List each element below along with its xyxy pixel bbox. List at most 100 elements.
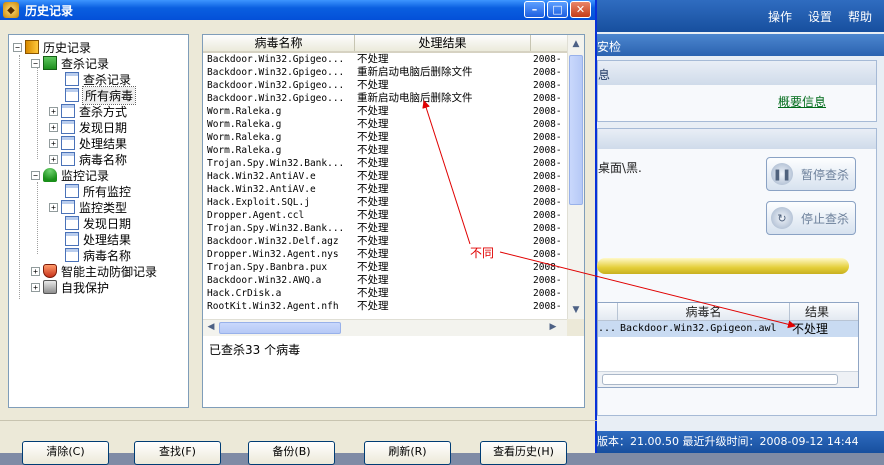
list-row[interactable]: Backdoor.Win32.AWQ.a 不处理 2008-	[203, 274, 567, 287]
tree-item-label: 监控类型	[79, 200, 128, 215]
list-row[interactable]: Backdoor.Win32.Gpigeo... 不处理 2008-	[203, 79, 567, 92]
result-header-virus[interactable]: 病毒名	[618, 303, 790, 320]
list-row[interactable]: Backdoor.Win32.Gpigeo... 重新启动电脑后删除文件 2008-	[203, 66, 567, 79]
tree-node-scan-records[interactable]: − 查杀记录	[31, 55, 109, 71]
pause-scan-button[interactable]: ❚❚ 暂停查杀	[766, 157, 856, 191]
column-header-virus-name[interactable]: 病毒名称	[203, 35, 355, 51]
list-row[interactable]: Backdoor.Win32.Gpigeo... 不处理 2008-	[203, 53, 567, 66]
list-row[interactable]: Trojan.Spy.Win32.Bank... 不处理 2008-	[203, 157, 567, 170]
window-titlebar[interactable]: ◆ 历史记录 – □ ✕	[0, 0, 595, 20]
expand-toggle[interactable]: +	[49, 122, 58, 132]
result-header-result[interactable]: 结果	[790, 303, 844, 320]
tree-item-label: 所有监控	[83, 184, 132, 199]
expand-toggle[interactable]: +	[31, 266, 40, 276]
list-cell-virus-name: Worm.Raleka.g	[207, 132, 282, 143]
list-row[interactable]: Dropper.Agent.ccl 不处理 2008-	[203, 209, 567, 222]
list-row[interactable]: Worm.Raleka.g 不处理 2008-	[203, 131, 567, 144]
list-vscroll-thumb[interactable]	[569, 55, 583, 205]
tree-item-monitor-type[interactable]: + 监控类型	[49, 199, 127, 215]
menu-operate[interactable]: 操作	[768, 8, 792, 25]
tree-node-monitor-records[interactable]: − 监控记录	[31, 167, 109, 183]
column-header-handle-result[interactable]: 处理结果	[355, 35, 531, 51]
list-row[interactable]: Hack.Win32.AntiAV.e 不处理 2008-	[203, 183, 567, 196]
background-result-hscroll-thumb[interactable]	[602, 374, 838, 385]
list-cell-date: 2008-	[533, 223, 562, 234]
background-tab-bar: 安检	[597, 34, 884, 56]
expand-toggle[interactable]: +	[49, 106, 58, 116]
list-cell-handle-result: 不处理	[357, 261, 389, 273]
history-book-icon	[25, 40, 39, 54]
list-cell-handle-result: 重新启动电脑后删除文件	[357, 92, 473, 104]
background-tab-label[interactable]: 安检	[597, 38, 621, 55]
view-history-button[interactable]: 查看历史(H)	[480, 441, 567, 465]
list-row[interactable]: Worm.Raleka.g 不处理 2008-	[203, 118, 567, 131]
scroll-right-icon[interactable]: ▶	[547, 322, 559, 332]
list-cell-date: 2008-	[533, 301, 562, 312]
list-cell-virus-name: Backdoor.Win32.Delf.agz	[207, 236, 339, 247]
list-cell-handle-result: 不处理	[357, 170, 389, 182]
list-cell-virus-name: Worm.Raleka.g	[207, 106, 282, 117]
close-button[interactable]: ✕	[570, 1, 591, 18]
tree-item-monitor-date[interactable]: 发现日期	[65, 215, 131, 231]
find-button[interactable]: 查找(F)	[134, 441, 221, 465]
column-header-date[interactable]	[531, 35, 567, 51]
tree-item-monitor-result[interactable]: 处理结果	[65, 231, 131, 247]
tree-item-scan-records[interactable]: 查杀记录	[65, 71, 131, 87]
expand-toggle[interactable]: +	[49, 154, 58, 164]
list-row[interactable]: Backdoor.Win32.Gpigeo... 重新启动电脑后删除文件 2008-	[203, 92, 567, 105]
tree-item-label: 发现日期	[83, 216, 132, 231]
scroll-down-icon[interactable]: ▼	[569, 303, 583, 317]
list-horizontal-scrollbar[interactable]: ◀ ▶	[203, 319, 567, 336]
list-row[interactable]: Trojan.Spy.Banbra.pux 不处理 2008-	[203, 261, 567, 274]
list-cell-virus-name: Trojan.Spy.Win32.Bank...	[207, 158, 345, 169]
summary-info-link[interactable]: 概要信息	[778, 93, 826, 110]
list-row[interactable]: Backdoor.Win32.Delf.agz 不处理 2008-	[203, 235, 567, 248]
background-result-hscroll[interactable]	[598, 371, 858, 387]
collapse-toggle[interactable]: −	[31, 58, 40, 68]
expand-toggle[interactable]: +	[49, 202, 58, 212]
collapse-toggle[interactable]: −	[31, 170, 40, 180]
list-hscroll-thumb[interactable]	[219, 322, 341, 334]
clear-button[interactable]: 清除(C)	[22, 441, 109, 465]
list-vertical-scrollbar[interactable]: ▲ ▼	[567, 35, 584, 319]
tree-item-found-date[interactable]: + 发现日期	[49, 119, 127, 135]
tree-node-active-defense[interactable]: + 智能主动防御记录	[31, 263, 157, 279]
document-icon	[65, 184, 79, 198]
list-cell-handle-result: 不处理	[357, 248, 389, 260]
refresh-button[interactable]: 刷新(R)	[364, 441, 451, 465]
tree-item-virus-name[interactable]: + 病毒名称	[49, 151, 127, 167]
stop-scan-button[interactable]: ↻ 停止查杀	[766, 201, 856, 235]
resize-grip[interactable]	[567, 319, 584, 336]
maximize-button[interactable]: □	[547, 1, 568, 18]
scroll-up-icon[interactable]: ▲	[569, 37, 583, 51]
list-row[interactable]: Hack.CrDisk.a 不处理 2008-	[203, 287, 567, 300]
background-result-row[interactable]: ... Backdoor.Win32.Gpigeon.awl 不处理	[598, 321, 858, 337]
tree-item-monitor-virus-name[interactable]: 病毒名称	[65, 247, 131, 263]
scroll-left-icon[interactable]: ◀	[205, 322, 217, 332]
list-cell-virus-name: Backdoor.Win32.Gpigeo...	[207, 54, 345, 65]
expand-toggle[interactable]: +	[49, 138, 58, 148]
menu-help[interactable]: 帮助	[848, 8, 872, 25]
menu-settings[interactable]: 设置	[808, 8, 832, 25]
list-cell-handle-result: 不处理	[357, 131, 389, 143]
list-row[interactable]: RootKit.Win32.Agent.nfh 不处理 2008-	[203, 300, 567, 313]
collapse-toggle[interactable]: −	[13, 42, 22, 52]
expand-toggle[interactable]: +	[31, 282, 40, 292]
list-row[interactable]: Worm.Raleka.g 不处理 2008-	[203, 144, 567, 157]
list-row[interactable]: Worm.Raleka.g 不处理 2008-	[203, 105, 567, 118]
tree-root[interactable]: − 历史记录	[13, 39, 91, 55]
minimize-button[interactable]: –	[524, 1, 545, 18]
list-row[interactable]: Hack.Win32.AntiAV.e 不处理 2008-	[203, 170, 567, 183]
tree-item-scan-method[interactable]: + 查杀方式	[49, 103, 127, 119]
backup-button[interactable]: 备份(B)	[248, 441, 335, 465]
tree-item-handle-result[interactable]: + 处理结果	[49, 135, 127, 151]
list-row[interactable]: Hack.Exploit.SQL.j 不处理 2008-	[203, 196, 567, 209]
list-cell-handle-result: 不处理	[357, 274, 389, 286]
list-row[interactable]: Dropper.Win32.Agent.nys 不处理 2008-	[203, 248, 567, 261]
tree-node-self-protect[interactable]: + 自我保护	[31, 279, 109, 295]
background-result-table: 病毒名 结果 ... Backdoor.Win32.Gpigeon.awl 不处…	[597, 302, 859, 388]
tree-item-all-viruses[interactable]: 所有病毒	[65, 85, 137, 105]
list-cell-virus-name: Hack.Exploit.SQL.j	[207, 197, 310, 208]
list-row[interactable]: Trojan.Spy.Win32.Bank... 不处理 2008-	[203, 222, 567, 235]
tree-item-all-monitor[interactable]: 所有监控	[65, 183, 131, 199]
